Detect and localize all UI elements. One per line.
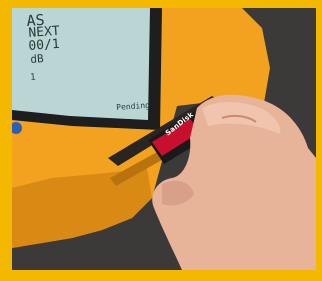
lcd-text-line5: 1 [29,72,37,83]
photograph: AS NEXT 00/1 dB 1 Pending SanDisk [12,8,316,270]
photo-frame: AS NEXT 00/1 dB 1 Pending SanDisk [0,0,322,281]
lcd-text-line3: 00/1 [27,36,61,54]
lcd-text-line4: dB [29,52,45,66]
